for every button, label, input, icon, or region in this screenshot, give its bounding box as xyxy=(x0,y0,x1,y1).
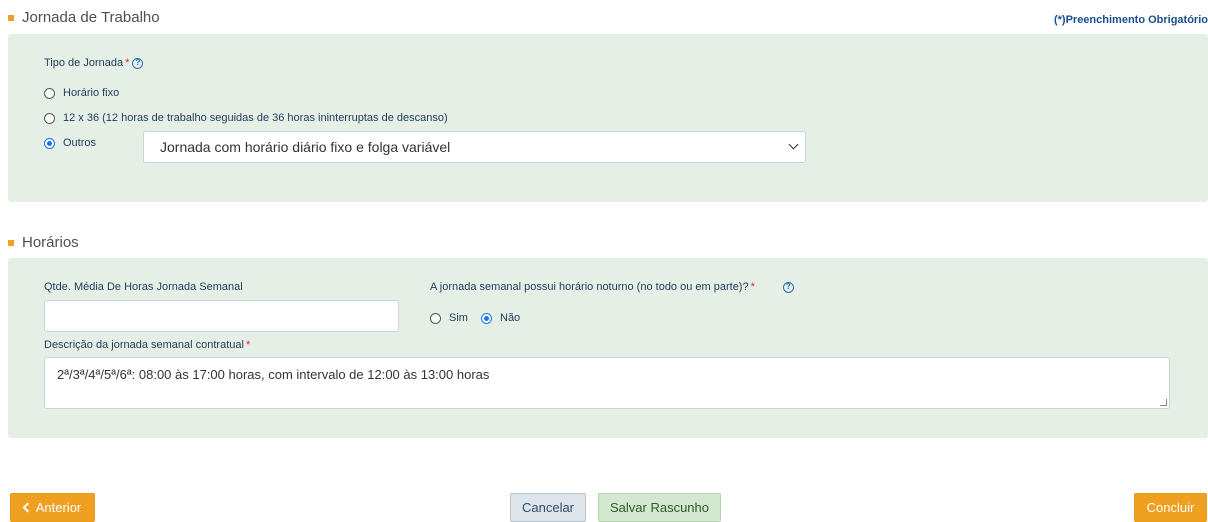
radio-label: Sim xyxy=(449,312,468,324)
qtde-horas-label: Qtde. Média De Horas Jornada Semanal xyxy=(44,281,243,293)
help-circle-icon[interactable]: ? xyxy=(132,57,144,69)
section-title-text: Jornada de Trabalho xyxy=(22,9,160,26)
radio-checked-icon[interactable] xyxy=(481,312,492,324)
help-circle-icon[interactable]: ? xyxy=(782,281,794,293)
chevron-down-icon xyxy=(788,139,799,150)
save-draft-button[interactable]: Salvar Rascunho xyxy=(598,493,721,522)
required-fields-note: (*)Preenchimento Obrigatório xyxy=(1053,14,1208,26)
radio-label: Não xyxy=(500,312,521,324)
radio-option-horario-fixo[interactable]: Horário fixo xyxy=(44,87,119,99)
radio-unchecked-icon[interactable] xyxy=(44,87,55,99)
radio-label: Horário fixo xyxy=(63,87,120,99)
radio-unchecked-icon[interactable] xyxy=(44,112,55,124)
section-title-text: Horários xyxy=(22,234,79,251)
tipo-jornada-label: Tipo de Jornada * ? xyxy=(44,57,144,69)
radio-option-sim[interactable]: Sim xyxy=(430,312,468,324)
horario-noturno-label: A jornada semanal possui horário noturno… xyxy=(430,281,794,293)
anterior-button[interactable]: Anterior xyxy=(10,493,95,522)
radio-label: 12 x 36 (12 horas de trabalho seguidas d… xyxy=(63,112,448,124)
section-bullet-icon xyxy=(8,239,14,246)
concluir-button[interactable]: Concluir xyxy=(1134,493,1207,522)
section-bullet-icon xyxy=(8,14,14,21)
radio-unchecked-icon[interactable] xyxy=(430,312,441,324)
required-star: * xyxy=(245,339,251,351)
tipo-jornada-label-text: Tipo de Jornada xyxy=(44,57,124,69)
required-star: * xyxy=(750,281,755,293)
resize-handle-icon[interactable] xyxy=(1160,399,1167,406)
cancel-button[interactable]: Cancelar xyxy=(510,493,586,522)
radio-checked-icon[interactable] xyxy=(44,137,55,149)
radio-label: Outros xyxy=(63,137,97,149)
descricao-jornada-label-text: Descrição da jornada semanal contratual xyxy=(44,339,244,351)
horario-noturno-label-text: A jornada semanal possui horário noturno… xyxy=(430,281,749,293)
required-star: * xyxy=(125,57,130,69)
radio-option-outros[interactable]: Outros xyxy=(44,137,96,149)
radio-option-12x36[interactable]: 12 x 36 (12 horas de trabalho seguidas d… xyxy=(44,112,448,124)
tipo-jornada-select[interactable]: Jornada com horário diário fixo e folga … xyxy=(143,131,806,163)
descricao-jornada-value: 2ª/3ª/4ª/5ª/6ª: 08:00 às 17:00 horas, co… xyxy=(57,367,490,382)
anterior-button-label: Anterior xyxy=(35,500,82,515)
descricao-jornada-label: Descrição da jornada semanal contratual … xyxy=(44,339,250,351)
section-title-jornada: Jornada de Trabalho xyxy=(8,9,160,26)
section-title-horarios: Horários xyxy=(8,234,79,251)
select-value: Jornada com horário diário fixo e folga … xyxy=(160,139,451,155)
radio-option-nao[interactable]: Não xyxy=(481,312,520,324)
chevron-left-icon xyxy=(22,502,33,513)
qtde-horas-input[interactable] xyxy=(44,300,399,332)
descricao-jornada-textarea[interactable]: 2ª/3ª/4ª/5ª/6ª: 08:00 às 17:00 horas, co… xyxy=(44,357,1170,409)
